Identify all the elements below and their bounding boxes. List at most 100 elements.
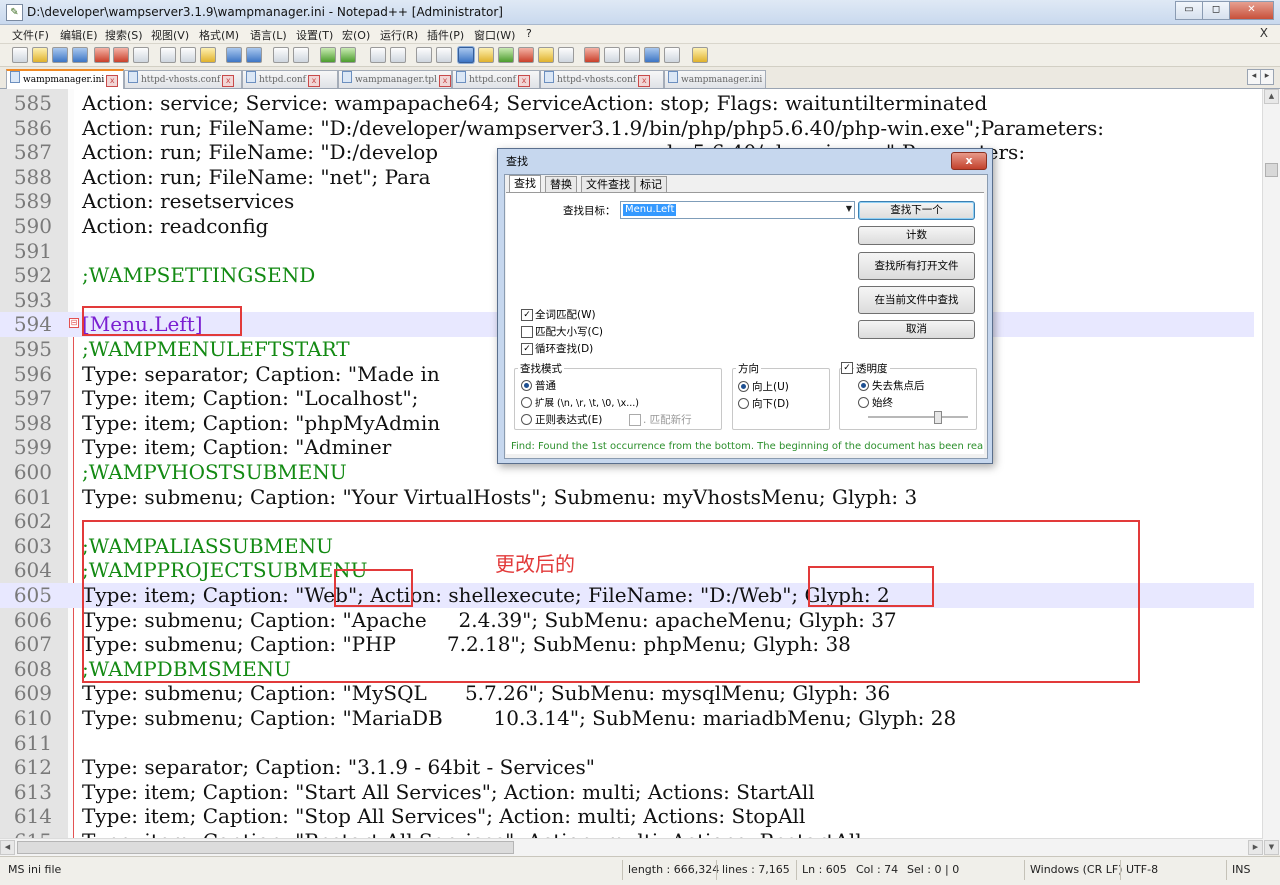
- find-dialog-close-button[interactable]: x: [951, 152, 987, 170]
- code-line[interactable]: 614 Type: item; Caption: "Stop All Servic…: [0, 804, 1254, 829]
- code-line[interactable]: 612 Type: separator; Caption: "3.1.9 - 64…: [0, 755, 1254, 780]
- save-all-icon[interactable]: [72, 47, 88, 63]
- sync-vertical-icon[interactable]: [370, 47, 386, 63]
- direction-down-radio[interactable]: [738, 398, 749, 409]
- chevron-down-icon[interactable]: ▼: [846, 204, 852, 213]
- tab-replace[interactable]: 替换: [545, 176, 577, 193]
- count-button[interactable]: 计数: [858, 226, 975, 245]
- menu-help[interactable]: ?: [526, 27, 532, 40]
- folder-workspace-icon[interactable]: [538, 47, 554, 63]
- sync-horizontal-icon[interactable]: [390, 47, 406, 63]
- mode-extended-radio[interactable]: [521, 397, 532, 408]
- show-all-chars-icon[interactable]: [436, 47, 452, 63]
- menu-view[interactable]: 视图(V): [151, 27, 189, 43]
- replace-icon[interactable]: [293, 47, 309, 63]
- close-window-button[interactable]: ✕: [1229, 1, 1274, 20]
- find-target-combo[interactable]: Menu.Left ▼: [620, 201, 855, 219]
- doc-map-icon[interactable]: [498, 47, 514, 63]
- direction-up-radio[interactable]: [738, 381, 749, 392]
- user-language-icon[interactable]: [478, 47, 494, 63]
- zoom-out-icon[interactable]: [340, 47, 356, 63]
- tab-httpd-vhosts-conf[interactable]: httpd-vhosts.conf x: [124, 70, 242, 88]
- tab-wampmanager-ini[interactable]: wampmanager.ini x: [6, 69, 124, 90]
- redo-icon[interactable]: [246, 47, 262, 63]
- print-icon[interactable]: [133, 47, 149, 63]
- zoom-in-icon[interactable]: [320, 47, 336, 63]
- vertical-scroll-thumb[interactable]: [1265, 163, 1278, 177]
- save-icon[interactable]: [52, 47, 68, 63]
- stop-macro-icon[interactable]: [604, 47, 620, 63]
- tab-close-icon[interactable]: x: [222, 75, 235, 87]
- menu-format[interactable]: 格式(M): [199, 27, 239, 43]
- paste-icon[interactable]: [200, 47, 216, 63]
- monitoring-icon[interactable]: [558, 47, 574, 63]
- tab-close-icon[interactable]: x: [638, 75, 651, 87]
- menu-settings[interactable]: 设置(T): [296, 27, 333, 43]
- scroll-down-icon[interactable]: ▼: [1264, 840, 1279, 855]
- find-all-open-files-button[interactable]: 查找所有打开文件: [858, 252, 975, 280]
- open-file-icon[interactable]: [32, 47, 48, 63]
- scroll-left-icon[interactable]: ◀: [0, 840, 15, 855]
- transparency-lose-focus-radio[interactable]: [858, 380, 869, 391]
- horizontal-scrollbar[interactable]: ◀ ▶: [0, 838, 1263, 856]
- find-next-button[interactable]: 查找下一个: [858, 201, 975, 220]
- word-wrap-icon[interactable]: [416, 47, 432, 63]
- menu-window[interactable]: 窗口(W): [474, 27, 515, 43]
- mode-normal-radio[interactable]: [521, 380, 532, 391]
- tab-close-icon[interactable]: x: [308, 75, 320, 87]
- tab-find-in-files[interactable]: 文件查找: [581, 176, 635, 193]
- mode-regex-radio[interactable]: [521, 414, 532, 425]
- tab-wampmanager-ini-2[interactable]: wampmanager.ini: [664, 70, 766, 88]
- cancel-button[interactable]: 取消: [858, 320, 975, 339]
- close-document-x[interactable]: X: [1260, 26, 1268, 40]
- tab-find[interactable]: 查找: [509, 175, 541, 193]
- plugin-icon[interactable]: [692, 47, 708, 63]
- code-line[interactable]: 601 Type: submenu; Caption: "Your Virtual…: [0, 485, 1254, 510]
- scroll-up-icon[interactable]: ▲: [1264, 89, 1279, 104]
- find-all-current-file-button[interactable]: 在当前文件中查找: [858, 286, 975, 314]
- fold-toggle-icon[interactable]: ⊟: [69, 318, 79, 329]
- code-line[interactable]: 609 Type: submenu; Caption: "MySQL 5.7.26…: [0, 681, 1254, 706]
- tab-close-icon[interactable]: x: [106, 75, 119, 87]
- menu-edit[interactable]: 编辑(E): [60, 27, 98, 43]
- transparency-always-radio[interactable]: [858, 397, 869, 408]
- run-macro-multiple-icon[interactable]: [644, 47, 660, 63]
- find-dialog-titlebar[interactable]: 查找 x: [498, 149, 992, 171]
- play-macro-icon[interactable]: [624, 47, 640, 63]
- tab-close-icon[interactable]: x: [518, 75, 530, 87]
- menu-search[interactable]: 搜索(S): [105, 27, 143, 43]
- scroll-right-icon[interactable]: ▶: [1248, 840, 1263, 855]
- code-line[interactable]: 613 Type: item; Caption: "Start All Servi…: [0, 780, 1254, 805]
- tab-httpd-conf-2[interactable]: httpd.conf x: [452, 70, 540, 88]
- save-macro-icon[interactable]: [664, 47, 680, 63]
- vertical-scrollbar[interactable]: ▲ ▼: [1262, 89, 1280, 855]
- menu-plugins[interactable]: 插件(P): [427, 27, 464, 43]
- menu-file[interactable]: 文件(F): [12, 27, 49, 43]
- tab-scroll-left-icon[interactable]: ◂: [1247, 69, 1261, 85]
- menu-language[interactable]: 语言(L): [250, 27, 287, 43]
- transparency-slider[interactable]: [868, 411, 968, 424]
- maximize-button[interactable]: ◻: [1202, 1, 1230, 20]
- code-line[interactable]: 585 Action: service; Service: wampapache6…: [0, 91, 1254, 116]
- transparency-slider-knob[interactable]: [934, 411, 942, 424]
- tab-wampmanager-tpl[interactable]: wampmanager.tpl x: [338, 70, 452, 88]
- code-line[interactable]: 611: [0, 731, 1254, 756]
- code-line[interactable]: 610 Type: submenu; Caption: "MariaDB 10.3…: [0, 706, 1254, 731]
- tab-mark[interactable]: 标记: [635, 176, 667, 193]
- new-file-icon[interactable]: [12, 47, 28, 63]
- close-file-icon[interactable]: [94, 47, 110, 63]
- transparency-checkbox[interactable]: ✓: [841, 362, 853, 374]
- minimize-button[interactable]: ▭: [1175, 1, 1203, 20]
- function-list-icon[interactable]: [518, 47, 534, 63]
- undo-icon[interactable]: [226, 47, 242, 63]
- whole-word-checkbox[interactable]: ✓: [521, 309, 533, 321]
- tab-close-icon[interactable]: x: [438, 75, 451, 87]
- close-all-icon[interactable]: [113, 47, 129, 63]
- indent-guide-icon[interactable]: [458, 47, 474, 63]
- record-macro-icon[interactable]: [584, 47, 600, 63]
- find-icon[interactable]: [273, 47, 289, 63]
- match-case-checkbox[interactable]: [521, 326, 533, 338]
- horizontal-scroll-thumb[interactable]: [17, 841, 514, 854]
- wrap-around-checkbox[interactable]: ✓: [521, 343, 533, 355]
- code-line[interactable]: 586 Action: run; FileName: "D:/developer/…: [0, 116, 1254, 141]
